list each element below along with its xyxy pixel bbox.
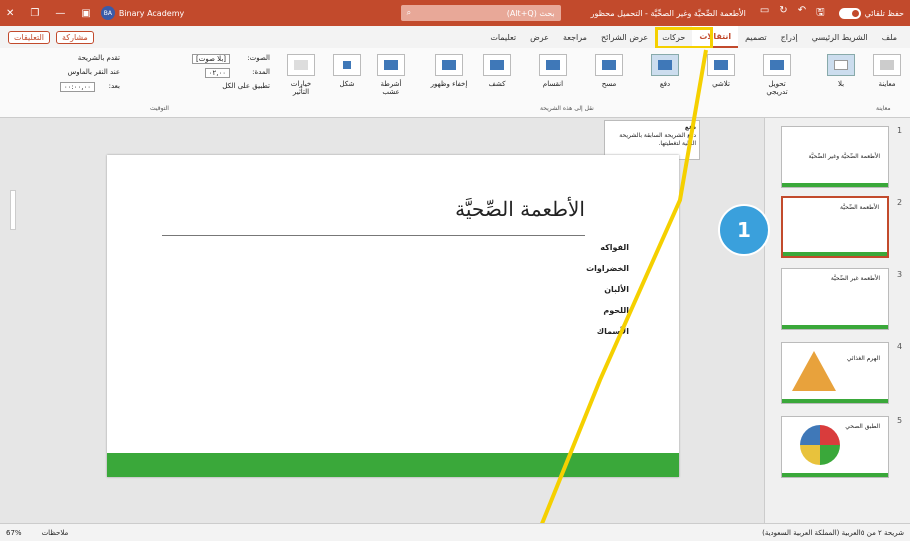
language-status[interactable]: العربية (المملكة العربية السعودية) bbox=[762, 529, 861, 537]
status-bar: شريحة ٢ من ٥ العربية (المملكة العربية ال… bbox=[0, 523, 910, 541]
zoom-level[interactable]: 67% bbox=[6, 529, 22, 537]
callout-arrow bbox=[533, 49, 708, 541]
arrow-path bbox=[533, 49, 708, 541]
slide-count: شريحة ٢ من ٥ bbox=[860, 528, 904, 537]
notes-button[interactable]: ملاحظات bbox=[42, 529, 69, 537]
